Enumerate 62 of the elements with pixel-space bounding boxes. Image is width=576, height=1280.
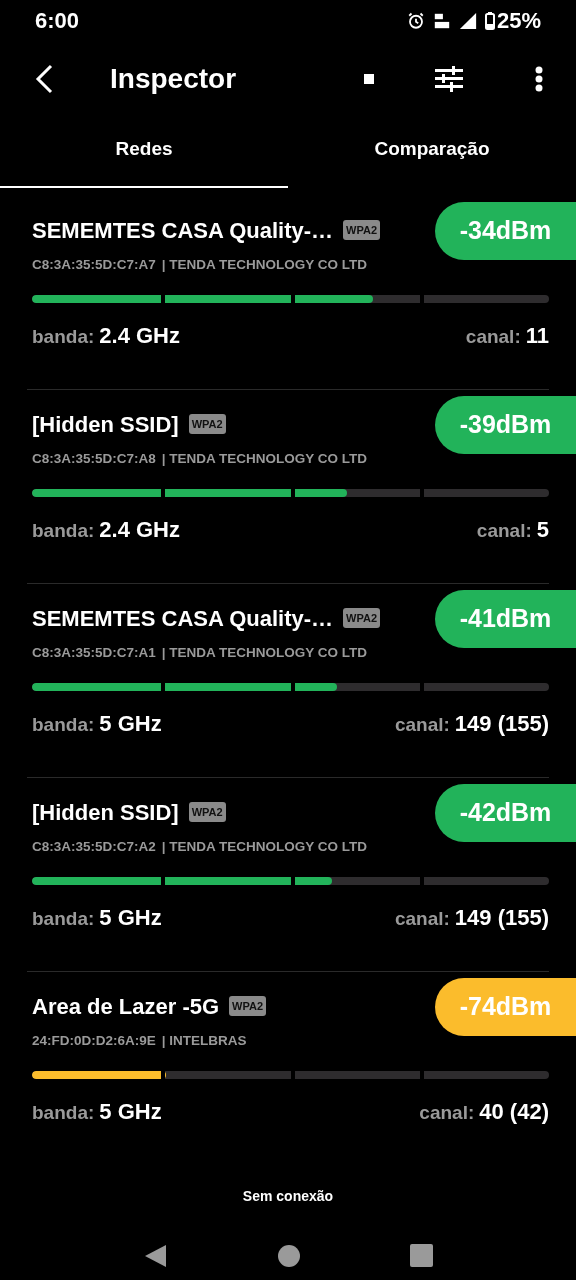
network-name: SEMEMTES CASA Quality-… [32,216,334,245]
signal-badge: -34dBm [435,202,576,261]
security-tag: WPA2 [343,608,381,629]
signal-badge: -74dBm [435,978,576,1037]
stop-icon [364,74,374,85]
channel-label: canal: [394,713,450,738]
channel-label: canal: [419,1101,475,1126]
mac-address: C8:3A:35:5D:C7:A1 [32,644,156,663]
signal-badge: -41dBm [435,590,576,649]
screen-title: Inspector [110,62,237,97]
band-value: 5 GHz [99,904,162,933]
band-label: banda: [32,519,95,544]
band-label: banda: [32,325,95,350]
battery-icon [484,11,495,30]
channel-label: canal: [465,325,521,350]
settings-sliders-icon [435,66,463,93]
security-tag: WPA2 [343,220,381,241]
mac-address: C8:3A:35:5D:C7:A8 [32,450,156,469]
more-icon [535,66,543,93]
network-name: [Hidden SSID] [32,798,179,827]
back-icon [34,64,54,95]
channel-value: 5 [536,516,549,545]
vendor-name: | TENDA TECHNOLOGY CO LTD [161,450,368,469]
band-value: 5 GHz [99,1098,162,1127]
vendor-name: | TENDA TECHNOLOGY CO LTD [161,256,368,275]
vendor-name: | TENDA TECHNOLOGY CO LTD [161,644,368,663]
recents-nav-icon[interactable] [409,1244,433,1267]
signal-badge: -42dBm [435,784,576,843]
signal-badge: -39dBm [435,396,576,455]
security-tag: WPA2 [188,802,226,823]
band-label: banda: [32,713,95,738]
channel-label: canal: [476,519,532,544]
tab[interactable]: Redes [0,117,288,189]
tab[interactable]: Comparação [288,117,576,189]
band-value: 2.4 GHz [99,516,180,545]
filter-button[interactable] [434,64,464,95]
band-label: banda: [32,1101,95,1126]
network-name: [Hidden SSID] [32,410,179,439]
cell-signal-icon [458,11,477,30]
connection-status: Sem conexão [242,1187,334,1207]
vendor-name: | TENDA TECHNOLOGY CO LTD [161,838,368,857]
mac-address: C8:3A:35:5D:C7:A7 [32,256,156,275]
clock: 6:00 [35,7,80,36]
band-value: 2.4 GHz [99,322,180,351]
mac-address: C8:3A:35:5D:C7:A2 [32,838,156,857]
channel-value: 149 (155) [454,904,549,933]
network-name: SEMEMTES CASA Quality-… [32,604,334,633]
channel-value: 11 [525,322,549,351]
security-tag: WPA2 [229,996,267,1017]
alarm-icon [406,11,425,30]
network-name: Area de Lazer -5G [32,992,220,1021]
channel-value: 149 (155) [454,710,549,739]
vendor-name: | INTELBRAS [161,1032,247,1051]
security-tag: WPA2 [188,414,226,435]
battery-level: 25% [496,7,541,36]
band-value: 5 GHz [99,710,162,739]
channel-value: 40 (42) [479,1098,549,1127]
band-label: banda: [32,907,95,932]
home-nav-icon[interactable] [277,1244,300,1267]
back-nav-icon[interactable] [143,1243,168,1268]
mac-address: 24:FD:0D:D2:6A:9E [32,1032,156,1051]
channel-label: canal: [394,907,450,932]
